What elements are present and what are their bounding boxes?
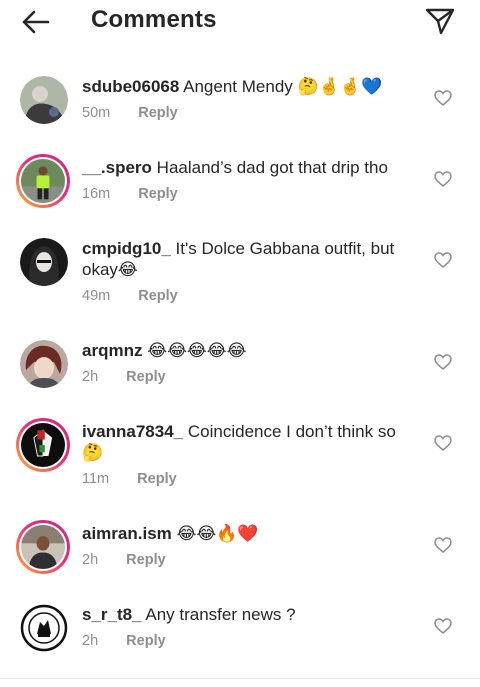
comment-text: Haaland’s dad got that drip tho [156,158,388,177]
heart-icon[interactable] [434,618,452,634]
comment-emoji: 🤔🤞🤞💙 [297,77,383,97]
comment-username[interactable]: ivanna7834_ [82,422,183,441]
comment-time: 2h [82,369,99,385]
comment-username[interactable]: sdube06068 [82,77,179,96]
comment-emoji: 😂 [117,260,138,280]
avatar[interactable] [16,154,70,208]
avatar[interactable] [20,238,68,286]
comment-time: 2h [82,552,99,568]
reply-button[interactable]: Reply [138,105,178,121]
paper-plane-icon[interactable] [424,6,456,36]
heart-icon[interactable] [434,90,452,106]
comment-username[interactable]: aimran.ism [82,524,172,543]
heart-icon[interactable] [434,252,452,268]
heart-icon[interactable] [434,537,452,553]
comment-time: 50m [82,105,111,121]
comment-username[interactable]: s_r_t8_ [82,605,142,624]
page-title: Comments [91,6,217,33]
comment-text: Angent Mendy [183,77,293,96]
comment-username[interactable]: cmpidg10_ [82,239,171,258]
avatar[interactable] [20,604,68,652]
back-arrow-icon[interactable] [18,8,54,36]
header-bar: Comments [0,0,480,44]
avatar[interactable] [20,76,68,124]
comment-time: 16m [82,186,111,202]
comment-text: Any transfer news ? [145,605,296,624]
reply-button[interactable]: Reply [126,552,166,568]
comment-emoji: 🤔 [82,443,104,463]
comment-emoji: 😂😂😂😂😂 [147,341,247,361]
reply-button[interactable]: Reply [126,633,166,649]
heart-icon[interactable] [434,435,452,451]
heart-icon[interactable] [434,354,452,370]
comment-time: 49m [82,288,111,304]
comment-time: 2h [82,633,99,649]
comment-username[interactable]: arqmnz [82,341,142,360]
avatar[interactable] [16,520,70,574]
reply-button[interactable]: Reply [138,288,178,304]
reply-button[interactable]: Reply [138,186,178,202]
avatar[interactable] [16,418,70,472]
divider [0,678,480,679]
comment-username[interactable]: __.spero [82,158,152,177]
avatar[interactable] [20,340,68,388]
comment-time: 11m [82,471,110,487]
comment-text: Coincidence I don’t think so [187,422,396,441]
heart-icon[interactable] [434,171,452,187]
reply-button[interactable]: Reply [126,369,166,385]
comment-emoji: 😂😂🔥❤️ [176,524,259,544]
reply-button[interactable]: Reply [137,471,177,487]
